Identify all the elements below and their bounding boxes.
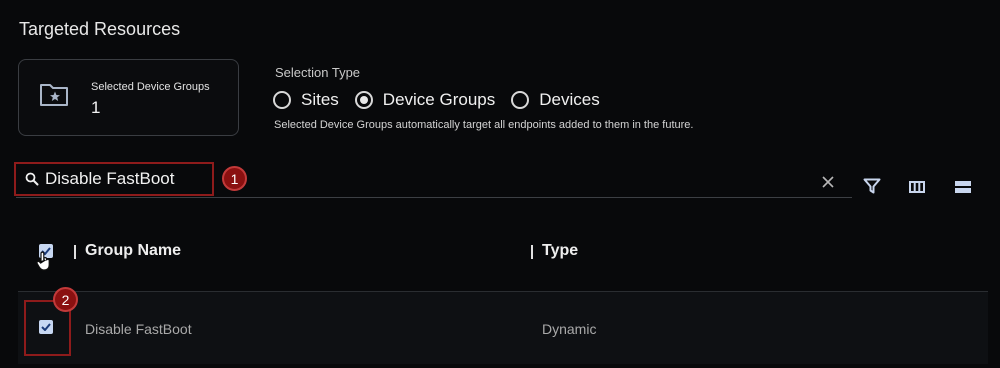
cell-group-name: Disable FastBoot <box>85 321 192 337</box>
radio-label-sites: Sites <box>301 90 339 109</box>
radio-label-device-groups: Device Groups <box>382 90 496 109</box>
column-separator <box>531 245 533 259</box>
section-title: Targeted Resources <box>19 19 181 39</box>
filter-icon[interactable] <box>863 178 881 199</box>
card-label: Selected Device Groups <box>91 81 210 93</box>
radio-button-device-groups[interactable] <box>354 91 373 109</box>
cell-type: Dynamic <box>542 321 597 337</box>
column-header-type[interactable]: Type <box>542 242 578 260</box>
search-input[interactable] <box>45 169 195 189</box>
selected-device-groups-card: Selected Device Groups 1 <box>18 59 239 136</box>
search-field[interactable] <box>14 162 214 196</box>
column-header-group-name[interactable]: Group Name <box>85 242 181 260</box>
search-underline <box>16 197 852 198</box>
column-separator <box>74 245 76 259</box>
annotation-badge-1: 1 <box>222 166 247 191</box>
radio-button-devices[interactable] <box>511 91 530 109</box>
columns-icon[interactable] <box>909 180 925 198</box>
radio-label-devices: Devices <box>539 90 600 109</box>
selection-type-label: Selection Type <box>275 65 361 80</box>
annotation-badge-2: 2 <box>53 287 78 312</box>
card-count: 1 <box>91 98 101 117</box>
density-icon[interactable] <box>955 180 971 198</box>
radio-sites[interactable]: Sites <box>273 90 339 110</box>
row-checkbox[interactable] <box>39 320 53 334</box>
hand-cursor-icon <box>36 251 52 276</box>
selection-hint: Selected Device Groups automatically tar… <box>274 119 694 131</box>
selection-type-radio-group: Sites Device Groups Devices <box>273 90 616 110</box>
radio-device-groups[interactable]: Device Groups <box>354 90 496 110</box>
radio-devices[interactable]: Devices <box>511 90 600 110</box>
radio-button-sites[interactable] <box>273 91 291 109</box>
search-icon <box>25 172 39 186</box>
folder-star-icon <box>39 81 69 112</box>
clear-search-icon[interactable] <box>820 174 836 195</box>
